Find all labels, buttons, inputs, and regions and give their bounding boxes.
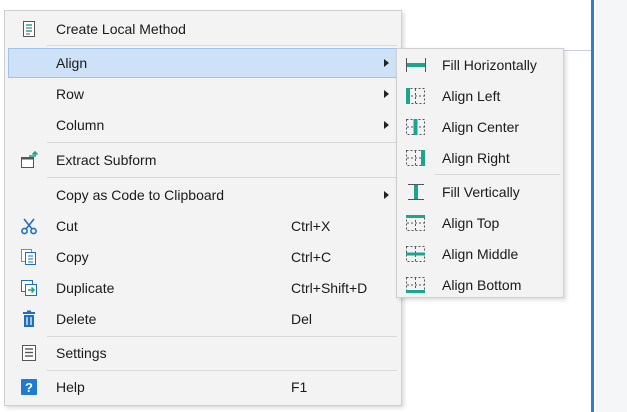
- menu-item-label: Create Local Method: [56, 21, 186, 37]
- menu-item-shortcut: Ctrl+C: [291, 249, 332, 265]
- menu-item-label: Align: [56, 55, 88, 71]
- fill-horizontally-icon: [405, 56, 426, 74]
- svg-text:?: ?: [25, 380, 33, 395]
- submenu-item-label: Fill Horizontally: [442, 57, 537, 73]
- submenu-arrow-icon: [384, 90, 389, 98]
- submenu-item-label: Fill Vertically: [442, 184, 520, 200]
- background-splitter[interactable]: [591, 0, 594, 412]
- menu-item-label: Delete: [56, 311, 97, 327]
- menu-item-shortcut: Del: [291, 311, 313, 327]
- menu-item-label: Copy as Code to Clipboard: [56, 187, 225, 203]
- menu-item-label: Cut: [56, 218, 78, 234]
- align-submenu: Fill Horizontally Align Left Align Cente…: [396, 48, 564, 298]
- trash-icon: [20, 310, 38, 328]
- submenu-item-align-top[interactable]: Align Top: [400, 208, 560, 238]
- settings-icon: [20, 344, 38, 362]
- menu-item-label: Extract Subform: [56, 152, 157, 168]
- menu-item-create-local-method[interactable]: Create Local Method: [8, 14, 398, 44]
- submenu-item-fill-horizontally[interactable]: Fill Horizontally: [400, 50, 560, 80]
- menu-item-label: Row: [56, 86, 85, 102]
- method-icon: [20, 20, 38, 38]
- menu-item-duplicate[interactable]: Duplicate Ctrl+Shift+D: [8, 273, 398, 303]
- menu-item-help[interactable]: ? Help F1: [8, 372, 398, 402]
- duplicate-icon: [20, 279, 38, 297]
- submenu-item-align-left[interactable]: Align Left: [400, 81, 560, 111]
- submenu-item-fill-vertically[interactable]: Fill Vertically: [400, 177, 560, 207]
- submenu-item-label: Align Top: [442, 215, 500, 231]
- menu-separator: [47, 45, 397, 46]
- submenu-item-label: Align Middle: [442, 246, 519, 262]
- menu-item-row[interactable]: Row: [8, 79, 398, 109]
- menu-separator: [47, 142, 397, 143]
- menu-item-settings[interactable]: Settings: [8, 338, 398, 368]
- help-icon: ?: [20, 378, 38, 396]
- submenu-item-align-center[interactable]: Align Center: [400, 112, 560, 142]
- align-right-icon: [405, 149, 425, 167]
- menu-item-align[interactable]: Align: [8, 48, 398, 78]
- menu-separator: [47, 370, 397, 371]
- submenu-item-label: Align Bottom: [442, 277, 522, 293]
- submenu-item-label: Align Center: [442, 119, 520, 135]
- submenu-item-align-bottom[interactable]: Align Bottom: [400, 270, 560, 300]
- context-menu: Create Local Method Align Row Column Ext…: [4, 10, 402, 406]
- submenu-item-align-middle[interactable]: Align Middle: [400, 239, 560, 269]
- menu-item-shortcut: Ctrl+X: [291, 218, 331, 234]
- copy-icon: [20, 248, 38, 266]
- menu-separator: [47, 177, 397, 178]
- menu-item-shortcut: Ctrl+Shift+D: [291, 280, 368, 296]
- submenu-item-label: Align Right: [442, 150, 510, 166]
- menu-item-label: Column: [56, 117, 105, 133]
- menu-item-copy[interactable]: Copy Ctrl+C: [8, 242, 398, 272]
- submenu-arrow-icon: [384, 59, 389, 67]
- align-left-icon: [405, 87, 425, 105]
- submenu-item-label: Align Left: [442, 88, 501, 104]
- align-center-icon: [405, 118, 425, 136]
- align-middle-icon: [405, 245, 425, 263]
- scissors-icon: [20, 217, 38, 235]
- menu-item-label: Duplicate: [56, 280, 115, 296]
- background-right-pane: [596, 0, 627, 412]
- menu-separator: [47, 336, 397, 337]
- menu-item-label: Help: [56, 379, 85, 395]
- fill-vertically-icon: [405, 183, 424, 201]
- menu-item-copy-as-code[interactable]: Copy as Code to Clipboard: [8, 180, 398, 210]
- menu-item-delete[interactable]: Delete Del: [8, 304, 398, 334]
- extract-subform-icon: [20, 151, 38, 169]
- submenu-arrow-icon: [384, 191, 389, 199]
- menu-item-shortcut: F1: [291, 379, 308, 395]
- align-bottom-icon: [405, 276, 425, 294]
- submenu-arrow-icon: [384, 121, 389, 129]
- menu-item-column[interactable]: Column: [8, 110, 398, 140]
- menu-item-extract-subform[interactable]: Extract Subform: [8, 145, 398, 175]
- submenu-separator: [435, 174, 560, 175]
- menu-item-label: Copy: [56, 249, 89, 265]
- menu-item-cut[interactable]: Cut Ctrl+X: [8, 211, 398, 241]
- submenu-item-align-right[interactable]: Align Right: [400, 143, 560, 173]
- align-top-icon: [405, 214, 425, 232]
- menu-item-label: Settings: [56, 345, 107, 361]
